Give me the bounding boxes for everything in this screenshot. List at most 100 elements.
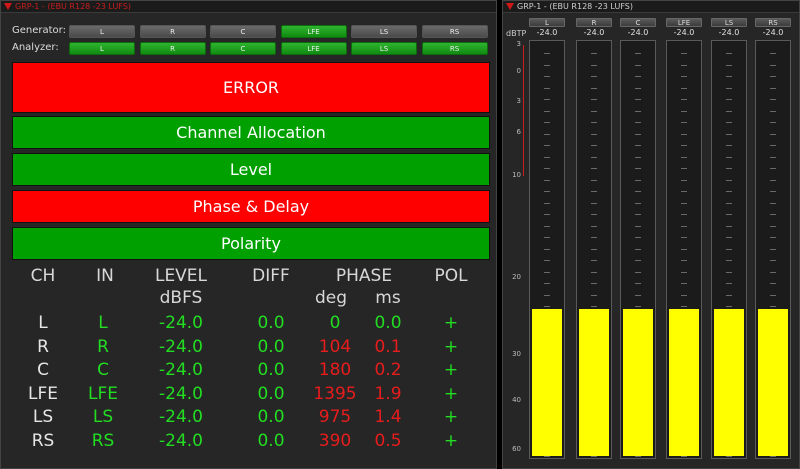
generator-button-ls[interactable]: LS [351, 25, 417, 38]
analyzer-button-c[interactable]: C [210, 42, 276, 55]
generator-button-lfe[interactable]: LFE [280, 25, 347, 38]
phase-analyzer-panel: GRP-1 - (EBU R128 -23 LUFS) Generator: A… [0, 0, 497, 469]
meter-tick [770, 237, 776, 238]
cell-diff: 0.0 [257, 360, 285, 380]
meter-tick [544, 64, 550, 66]
cell-ms: 1.4 [374, 407, 402, 427]
meter-tick [635, 225, 641, 227]
meter-tick [544, 179, 550, 181]
generator-button-rs[interactable]: RS [421, 25, 488, 38]
meter-fill [714, 308, 744, 456]
meter-tick [681, 168, 687, 169]
meter-label-r[interactable]: R [576, 18, 612, 27]
meter-tick [591, 237, 597, 238]
meter-bar-r [576, 40, 612, 459]
meter-tick [681, 87, 687, 89]
meter-tick [681, 202, 687, 204]
cell-ch: C [37, 360, 49, 380]
meter-tick [726, 202, 732, 204]
meter-label-lfe[interactable]: LFE [666, 18, 702, 27]
cell-level: -24.0 [159, 360, 203, 380]
cell-diff: 0.0 [257, 430, 285, 451]
cell-in: LS [92, 407, 114, 427]
cell-in: C [97, 360, 109, 380]
meter-bar-lfe [666, 40, 702, 459]
generator-button-c[interactable]: C [210, 25, 276, 38]
cell-pol: + [443, 360, 459, 380]
meter-tick [635, 156, 641, 158]
meter-tick [544, 110, 550, 112]
meter-tick [591, 294, 597, 296]
analyzer-button-lfe[interactable]: LFE [280, 42, 347, 55]
meter-tick [681, 122, 687, 123]
meter-tick [770, 271, 776, 273]
meter-label-l[interactable]: L [529, 18, 565, 27]
cell-deg: 180 [318, 360, 352, 380]
meter-tick [635, 237, 641, 238]
analyzer-button-l[interactable]: L [69, 42, 135, 55]
meter-tick [770, 260, 776, 261]
meter-tick [591, 53, 597, 54]
meter-bar-ls [711, 40, 747, 459]
col-header-in: IN [96, 266, 114, 286]
scale-label: 3 [516, 97, 521, 105]
meter-tick [770, 248, 776, 250]
meter-value-ls: -24.0 [718, 28, 740, 37]
meter-tick [544, 214, 550, 215]
meter-tick [635, 294, 641, 296]
meter-label-rs[interactable]: RS [755, 18, 791, 27]
status-bar-level: Level [12, 153, 490, 186]
meter-tick [544, 122, 550, 123]
meter-tick [770, 64, 776, 66]
analyzer-button-r[interactable]: R [139, 42, 206, 55]
cell-ch: LS [32, 407, 54, 427]
meter-tick [635, 64, 641, 66]
collapse-arrow-icon[interactable] [506, 3, 514, 10]
meter-tick [544, 133, 550, 135]
meter-tick [770, 156, 776, 158]
meter-tick [726, 260, 732, 261]
meter-tick [726, 99, 732, 100]
meter-tick [726, 87, 732, 89]
analyzer-button-rs[interactable]: RS [421, 42, 488, 55]
meter-value-c: -24.0 [627, 28, 649, 37]
meter-tick [544, 283, 550, 284]
meter-tick [726, 53, 732, 54]
meter-tick [635, 133, 641, 135]
right-title-bar: GRP-1 - (EBU R128 -23 LUFS) [503, 1, 799, 13]
col-header-pol: POL [434, 266, 468, 286]
scale-label: 60 [512, 445, 521, 453]
meter-tick [544, 225, 550, 227]
meter-tick [726, 64, 732, 66]
meter-label-c[interactable]: C [620, 18, 656, 27]
meter-tick [591, 122, 597, 123]
meter-tick [726, 306, 732, 307]
meter-tick [770, 53, 776, 54]
meter-tick [635, 99, 641, 100]
meter-tick [770, 110, 776, 112]
meter-tick [681, 145, 687, 146]
meter-tick [591, 248, 597, 250]
meter-tick [635, 202, 641, 204]
meter-tick [770, 99, 776, 100]
meter-value-l: -24.0 [536, 28, 558, 37]
meter-tick [635, 145, 641, 146]
meter-tick [726, 110, 732, 112]
meter-tick [726, 225, 732, 227]
meter-label-ls[interactable]: LS [711, 18, 747, 27]
meter-tick [681, 260, 687, 261]
generator-button-r[interactable]: R [139, 25, 206, 38]
analyzer-button-ls[interactable]: LS [351, 42, 417, 55]
col-header-level: LEVEL [154, 266, 208, 286]
meter-tick [726, 271, 732, 273]
meter-tick [544, 202, 550, 204]
meter-fill [532, 308, 562, 456]
meter-tick [544, 53, 550, 54]
meter-tick [681, 133, 687, 135]
scale-label: 40 [512, 396, 521, 404]
collapse-arrow-icon[interactable] [4, 3, 12, 10]
meter-tick [544, 191, 550, 192]
meter-tick [726, 214, 732, 215]
meter-tick [681, 53, 687, 54]
generator-button-l[interactable]: L [69, 25, 135, 38]
